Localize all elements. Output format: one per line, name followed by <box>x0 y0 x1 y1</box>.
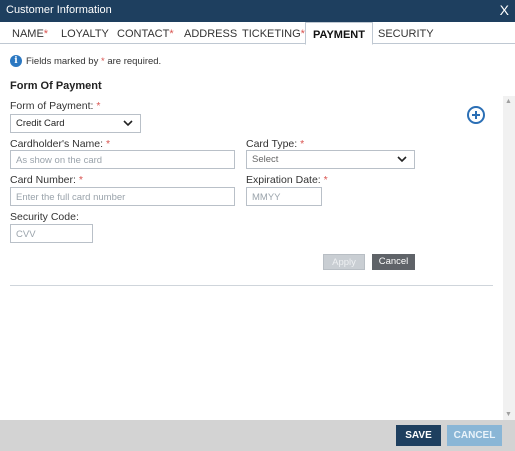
tab-name[interactable]: NAME* <box>12 22 48 44</box>
scrollbar[interactable]: ▲ ▼ <box>503 96 515 420</box>
card-type-label: Card Type: * <box>246 138 305 150</box>
save-button[interactable]: SAVE <box>396 425 441 446</box>
scroll-down-icon[interactable]: ▼ <box>505 411 512 418</box>
cardholder-name-input[interactable]: As show on the card <box>10 150 235 169</box>
divider <box>10 285 493 286</box>
apply-button[interactable]: Apply <box>323 254 365 270</box>
close-icon[interactable]: X <box>500 2 509 18</box>
cardholder-name-label: Cardholder's Name: * <box>10 138 111 150</box>
window-title: Customer Information <box>6 4 112 16</box>
tab-contact[interactable]: CONTACT* <box>117 22 174 44</box>
tab-security[interactable]: SECURITY <box>378 22 434 44</box>
scroll-up-icon[interactable]: ▲ <box>505 98 512 105</box>
chevron-down-icon <box>397 156 407 163</box>
form-of-payment-label: Form of Payment: * <box>10 100 101 112</box>
add-circle-icon[interactable] <box>467 106 485 124</box>
card-number-label: Card Number: * <box>10 174 83 186</box>
cancel-main-button[interactable]: CANCEL <box>447 425 502 446</box>
security-code-label: Security Code: <box>10 211 79 223</box>
tab-bar: NAME* LOYALTY CONTACT* ADDRESS TICKETING… <box>0 22 515 45</box>
chevron-down-icon <box>123 120 133 127</box>
section-title: Form Of Payment <box>10 80 102 92</box>
tab-ticketing[interactable]: TICKETING* <box>242 22 305 44</box>
info-icon: i <box>10 55 22 67</box>
required-note: i Fields marked by * are required. <box>10 55 161 67</box>
title-bar: Customer Information X <box>0 0 515 22</box>
card-number-input[interactable]: Enter the full card number <box>10 187 235 206</box>
cancel-button[interactable]: Cancel <box>372 254 415 270</box>
form-of-payment-select[interactable]: Credit Card <box>10 114 141 133</box>
card-type-select[interactable]: Select <box>246 150 415 169</box>
tab-loyalty[interactable]: LOYALTY <box>61 22 109 44</box>
tab-address[interactable]: ADDRESS <box>184 22 237 44</box>
expiration-date-input[interactable]: MMYY <box>246 187 322 206</box>
footer-bar: SAVE CANCEL <box>0 420 515 451</box>
expiration-date-label: Expiration Date: * <box>246 174 328 186</box>
tab-payment[interactable]: PAYMENT <box>305 22 373 45</box>
security-code-input[interactable]: CVV <box>10 224 93 243</box>
